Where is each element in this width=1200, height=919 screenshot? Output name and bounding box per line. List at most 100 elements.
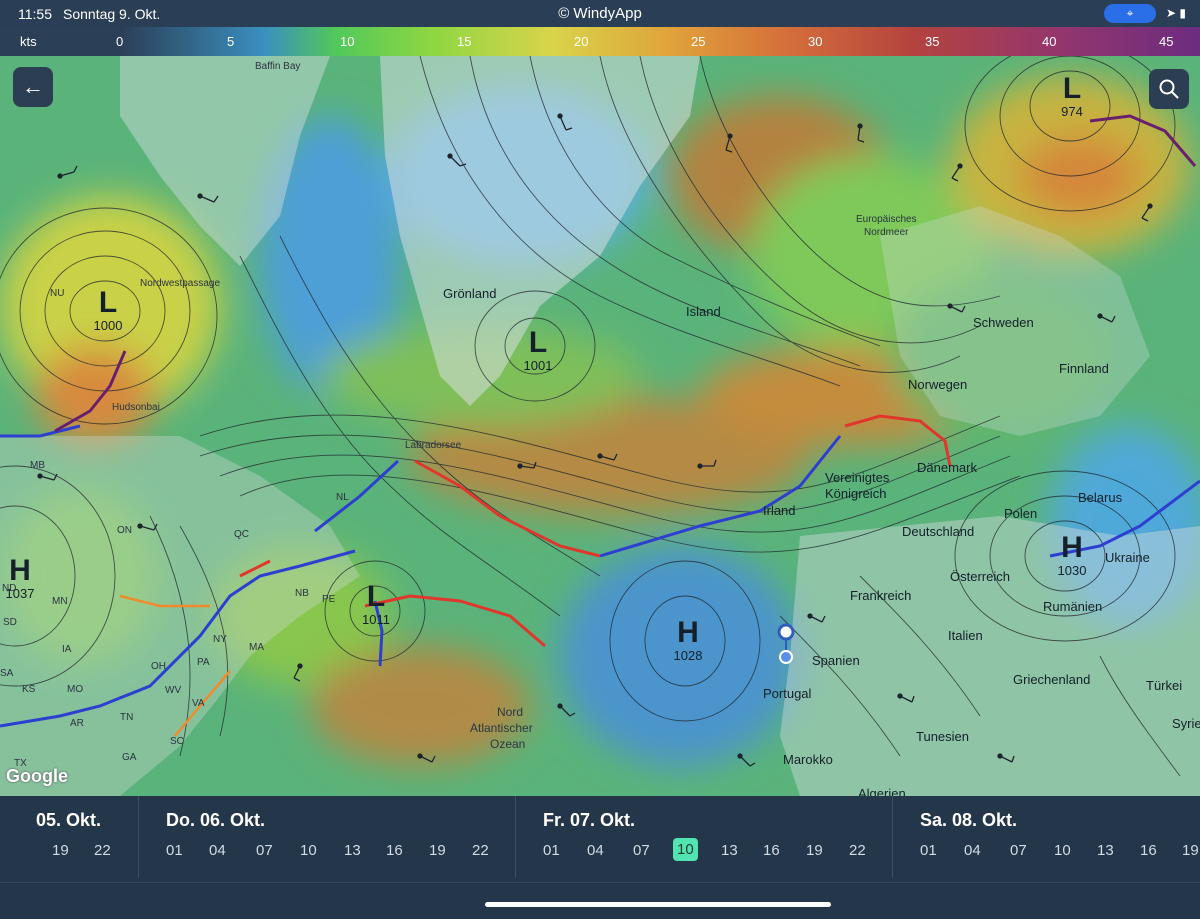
hour-option[interactable]: 13 (1097, 842, 1114, 859)
pressure-type: L (528, 326, 548, 359)
map-label: MN (52, 596, 68, 607)
map-label: Deutschland (902, 524, 975, 539)
hour-option[interactable]: 13 (344, 842, 361, 859)
scale-tick: 40 (1042, 34, 1057, 49)
pressure-value: 974 (1061, 104, 1083, 119)
pressure-type: L (98, 286, 118, 319)
pressure-type: H (677, 616, 699, 649)
day-label: Sa. 08. Okt. (920, 810, 1018, 830)
map-label: Königreich (825, 486, 887, 501)
map-label: Vereinigtes (825, 470, 890, 485)
map-label: Spanien (812, 653, 860, 668)
hour-option[interactable]: 10 (1054, 842, 1071, 859)
hour-option[interactable]: 01 (166, 842, 183, 859)
hour-option[interactable]: 07 (633, 842, 650, 859)
pressure-center: L 1011 (354, 582, 398, 628)
scale-tick: 35 (925, 34, 940, 49)
map-label: PA (197, 657, 210, 668)
map-label: Österreich (950, 569, 1010, 584)
hour-option[interactable]: 07 (256, 842, 273, 859)
day-label: Do. 06. Okt. (166, 810, 266, 830)
map-label: Ukraine (1105, 550, 1150, 565)
time-slider[interactable]: 05. Okt. 19 22 Do. 06. Okt. 01 04 07 10 … (0, 796, 1200, 919)
map-label: SC (170, 736, 184, 747)
pressure-center: H 1037 (0, 554, 40, 602)
map-label: ON (117, 525, 132, 536)
hour-option[interactable]: 04 (209, 842, 226, 859)
map-label: SA (0, 668, 14, 679)
map-label: Baffin Bay (255, 61, 301, 72)
hour-option[interactable]: 22 (94, 842, 111, 859)
hour-option[interactable]: 01 (920, 842, 937, 859)
hour-option[interactable]: 19 (52, 842, 69, 859)
hour-option[interactable]: 04 (587, 842, 604, 859)
hour-option[interactable]: 16 (763, 842, 780, 859)
hour-option[interactable]: 13 (721, 842, 738, 859)
hour-option[interactable]: 22 (849, 842, 866, 859)
map-label: GA (122, 752, 137, 763)
map-label: Griechenland (1013, 672, 1091, 687)
hour-option[interactable]: 19 (429, 842, 446, 859)
hour-option-selected[interactable]: 10 (673, 838, 698, 861)
hour-option[interactable]: 04 (964, 842, 981, 859)
pressure-value: 1030 (1057, 563, 1087, 578)
map-label: Irland (763, 503, 796, 518)
pressure-value: 1028 (673, 648, 703, 663)
map-label: Marokko (783, 752, 833, 767)
hour-option[interactable]: 10 (300, 842, 317, 859)
scale-tick: 0 (116, 34, 124, 49)
hour-option[interactable]: 01 (543, 842, 560, 859)
hour-option[interactable]: 16 (1140, 842, 1157, 859)
map-label: Atlantischer (470, 721, 533, 735)
hour-option[interactable]: 07 (1010, 842, 1027, 859)
map-label: Norwegen (908, 377, 968, 392)
map-label: Grönland (443, 286, 497, 301)
hour-option[interactable]: 19 (1182, 842, 1199, 859)
pressure-value: 1000 (93, 318, 123, 333)
arrow-left-icon: ← (22, 74, 44, 99)
day-separator (138, 796, 139, 878)
map-label: KS (22, 684, 36, 695)
search-button[interactable] (1149, 69, 1189, 109)
map-label: IA (62, 644, 72, 655)
day-separator (892, 796, 893, 878)
map-label: Ozean (490, 737, 526, 751)
map-label: TN (120, 712, 134, 723)
map-label: Tunesien (916, 729, 969, 744)
pressure-type: H (9, 554, 31, 587)
map-label: MO (67, 684, 84, 695)
map-label: QC (234, 529, 249, 540)
location-pill[interactable]: ⌖ (1104, 4, 1156, 23)
back-button[interactable]: ← (13, 67, 53, 107)
map-label: Island (686, 304, 721, 319)
pressure-center: H 1030 (1050, 533, 1094, 579)
map-label: Belarus (1078, 490, 1123, 505)
pressure-value: 1001 (523, 358, 553, 373)
app-title: © WindyApp (558, 5, 642, 22)
scale-tick: 30 (808, 34, 823, 49)
search-icon (1159, 79, 1179, 99)
map-label: MB (30, 460, 45, 471)
map-label: Rumänien (1043, 599, 1103, 614)
scale-unit: kts (20, 34, 37, 49)
home-indicator[interactable] (485, 902, 831, 907)
hour-option[interactable]: 22 (472, 842, 489, 859)
map-label: Italien (948, 628, 983, 643)
day-label: Fr. 07. Okt. (543, 810, 636, 830)
map-label: Dänemark (917, 460, 977, 475)
map-label: ND (2, 583, 17, 594)
scale-tick: 15 (457, 34, 472, 49)
map-attribution: Google (6, 766, 68, 786)
hour-option[interactable]: 16 (386, 842, 403, 859)
map-label: Syrie (1172, 716, 1200, 731)
map-label: NL (336, 492, 349, 503)
timeline-divider (0, 882, 1200, 883)
map-label: Frankreich (850, 588, 912, 603)
map-label: Nord (497, 705, 524, 719)
weather-map[interactable]: ← L 1000 L 1001 L 974 L 1011 H 1037 H 10… (0, 56, 1200, 796)
day-label: 05. Okt. (36, 810, 102, 830)
pressure-type: L (1062, 72, 1082, 105)
map-label: Hudsonbai (112, 402, 160, 413)
map-label: NU (50, 288, 65, 299)
hour-option[interactable]: 19 (806, 842, 823, 859)
